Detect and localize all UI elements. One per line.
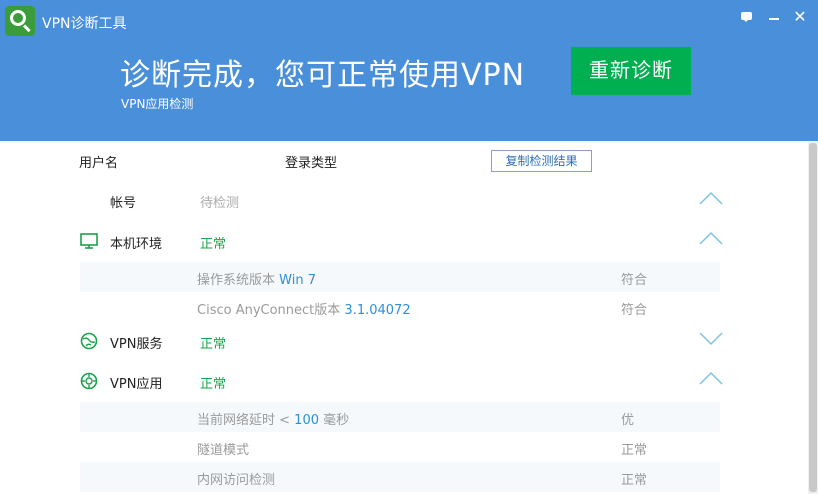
detail-tunnel-mode: 隧道模式	[197, 439, 249, 458]
minimize-icon[interactable]	[766, 9, 782, 25]
chevron-down-icon[interactable]	[699, 332, 723, 346]
window-title: VPN诊断工具	[42, 16, 127, 32]
header-banner: VPN诊断工具 ✕ 诊断完成，您可正常使用VPN VPN应用检测 重新诊断	[0, 0, 818, 141]
detail-os-version: 操作系统版本 Win 7	[197, 269, 316, 288]
section-account-status: 待检测	[200, 196, 240, 211]
detail-result: 正常	[621, 473, 648, 488]
chevron-up-icon[interactable]	[699, 231, 723, 245]
section-vpn-service-status: 正常	[200, 337, 227, 352]
detail-intranet-access: 内网访问检测	[197, 469, 275, 488]
detail-value: 100	[294, 413, 319, 428]
chevron-up-icon[interactable]	[699, 371, 723, 385]
section-vpn-app-label: VPN应用	[110, 377, 163, 392]
rediagnose-button[interactable]: 重新诊断	[571, 47, 691, 95]
vertical-scrollbar[interactable]	[808, 141, 818, 494]
scrollbar-thumb[interactable]	[809, 143, 817, 492]
close-icon[interactable]: ✕	[792, 9, 808, 25]
detail-result: 优	[621, 413, 635, 428]
feedback-icon[interactable]	[738, 9, 754, 25]
section-local-env-label: 本机环境	[110, 237, 163, 252]
section-local-env-status: 正常	[200, 237, 227, 252]
detail-value: Win 7	[279, 273, 316, 288]
diagnosis-subline: VPN应用检测	[121, 97, 194, 111]
detail-result: 符合	[621, 303, 648, 318]
detail-value: 3.1.04072	[344, 303, 411, 318]
detail-suffix: 毫秒	[323, 413, 350, 428]
target-icon	[80, 372, 98, 390]
monitor-icon	[80, 232, 98, 250]
diagnosis-headline: 诊断完成，您可正常使用VPN	[120, 58, 526, 93]
detail-network-latency: 当前网络延时 < 100 毫秒	[197, 409, 349, 428]
detail-label: Cisco AnyConnect版本	[197, 303, 341, 318]
login-type-label: 登录类型	[285, 156, 338, 171]
username-label: 用户名	[79, 156, 119, 171]
detail-anyconnect-version: Cisco AnyConnect版本 3.1.04072	[197, 299, 411, 318]
section-account-label: 帐号	[110, 196, 137, 211]
globe-icon	[80, 332, 98, 350]
detail-label: 当前网络延时 <	[197, 413, 291, 428]
magnifier-icon	[5, 6, 35, 36]
detail-result: 符合	[621, 273, 648, 288]
detail-label: 操作系统版本	[197, 273, 276, 288]
detail-label: 隧道模式	[197, 443, 250, 458]
detail-label: 内网访问检测	[197, 473, 276, 488]
detail-result: 正常	[621, 443, 648, 458]
chevron-up-icon[interactable]	[699, 191, 723, 205]
section-vpn-service-label: VPN服务	[110, 337, 163, 352]
copy-results-button[interactable]: 复制检测结果	[491, 150, 592, 172]
section-vpn-app-status: 正常	[200, 377, 227, 392]
